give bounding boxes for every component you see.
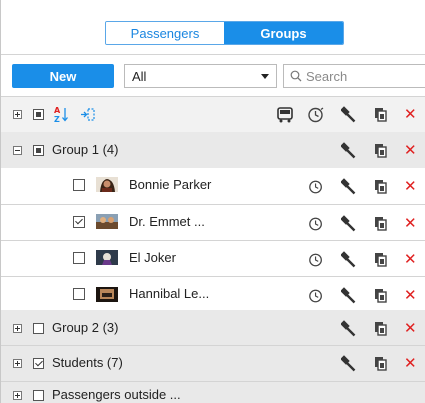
passenger-name: Dr. Emmet ... — [129, 214, 205, 229]
expand-all-icon[interactable] — [13, 110, 22, 119]
clock-icon[interactable] — [308, 179, 324, 195]
group-checkbox[interactable] — [33, 390, 44, 401]
delete-icon[interactable]: ✕ — [404, 107, 417, 122]
wrench-icon[interactable] — [341, 142, 357, 159]
passenger-row[interactable]: Dr. Emmet ... ✕ — [1, 205, 425, 241]
copy-icon[interactable] — [374, 179, 388, 194]
svg-text:A: A — [54, 106, 61, 115]
sort-az-icon[interactable]: A Z — [53, 106, 69, 123]
collapse-tree-icon[interactable] — [80, 108, 96, 121]
copy-icon[interactable] — [374, 321, 388, 336]
delete-icon[interactable]: ✕ — [404, 143, 417, 158]
wrench-icon[interactable] — [341, 106, 357, 123]
delete-icon[interactable]: ✕ — [404, 356, 417, 371]
groups-panel: Passengers Groups New All Search A Z ✕ G… — [0, 0, 425, 403]
group-checkbox[interactable] — [33, 358, 44, 369]
chevron-down-icon — [261, 74, 269, 79]
wrench-icon[interactable] — [341, 287, 357, 304]
divider — [1, 54, 425, 55]
clock-icon[interactable] — [308, 288, 324, 304]
copy-icon[interactable] — [374, 143, 388, 158]
passenger-row[interactable]: El Joker ✕ — [1, 241, 425, 277]
passenger-checkbox[interactable] — [73, 252, 85, 264]
passenger-checkbox[interactable] — [73, 288, 85, 300]
collapse-icon[interactable] — [13, 146, 22, 155]
delete-icon[interactable]: ✕ — [404, 321, 417, 336]
copy-icon[interactable] — [374, 288, 388, 303]
expand-icon[interactable] — [13, 359, 22, 368]
expand-icon[interactable] — [13, 391, 22, 400]
copy-icon[interactable] — [374, 216, 388, 231]
clock-icon[interactable] — [308, 252, 324, 268]
clock-icon[interactable] — [307, 106, 325, 124]
delete-icon[interactable]: ✕ — [404, 252, 417, 267]
wrench-icon[interactable] — [341, 178, 357, 195]
bus-icon[interactable] — [276, 106, 294, 124]
tab-groups[interactable]: Groups — [224, 22, 343, 44]
group-label: Passengers outside ... — [52, 387, 181, 402]
delete-icon[interactable]: ✕ — [404, 288, 417, 303]
group-row[interactable]: Students (7) ✕ — [1, 346, 425, 382]
new-button[interactable]: New — [12, 64, 114, 88]
tab-passengers[interactable]: Passengers — [106, 22, 224, 44]
clock-icon[interactable] — [308, 216, 324, 232]
group-label: Students (7) — [52, 355, 123, 370]
wrench-icon[interactable] — [341, 215, 357, 232]
svg-text:Z: Z — [54, 115, 60, 123]
group-label: Group 1 (4) — [52, 142, 119, 157]
group-row[interactable]: Passengers outside ... — [1, 382, 425, 403]
filter-select-value: All — [132, 68, 147, 84]
copy-icon[interactable] — [374, 356, 388, 371]
group-label: Group 2 (3) — [52, 320, 119, 335]
group-checkbox[interactable] — [33, 145, 44, 156]
search-input[interactable]: Search — [283, 64, 425, 88]
wrench-icon[interactable] — [341, 320, 357, 337]
delete-icon[interactable]: ✕ — [404, 216, 417, 231]
passenger-row[interactable]: Hannibal Le... ✕ — [1, 277, 425, 313]
search-icon — [290, 70, 302, 82]
passenger-photo — [96, 287, 118, 302]
group-row[interactable]: Group 1 (4) ✕ — [1, 132, 425, 168]
copy-icon[interactable] — [374, 107, 388, 122]
passenger-name: Bonnie Parker — [129, 177, 212, 192]
view-tabs: Passengers Groups — [105, 21, 344, 45]
expand-icon[interactable] — [13, 324, 22, 333]
passenger-name: Hannibal Le... — [129, 286, 210, 301]
passenger-photo — [96, 214, 118, 229]
passenger-row[interactable]: Bonnie Parker ✕ — [1, 168, 425, 204]
list-header-toolbar: A Z ✕ — [1, 97, 425, 132]
group-checkbox[interactable] — [33, 323, 44, 334]
passenger-checkbox[interactable] — [73, 216, 85, 228]
delete-icon[interactable]: ✕ — [404, 179, 417, 194]
passenger-photo — [96, 250, 118, 265]
select-all-checkbox[interactable] — [33, 109, 44, 120]
wrench-icon[interactable] — [341, 355, 357, 372]
copy-icon[interactable] — [374, 252, 388, 267]
passenger-name: El Joker — [129, 250, 176, 265]
search-placeholder: Search — [306, 68, 348, 84]
passenger-photo — [96, 177, 118, 192]
wrench-icon[interactable] — [341, 251, 357, 268]
passenger-checkbox[interactable] — [73, 179, 85, 191]
group-row[interactable]: Group 2 (3) ✕ — [1, 310, 425, 346]
filter-select[interactable]: All — [124, 64, 277, 88]
